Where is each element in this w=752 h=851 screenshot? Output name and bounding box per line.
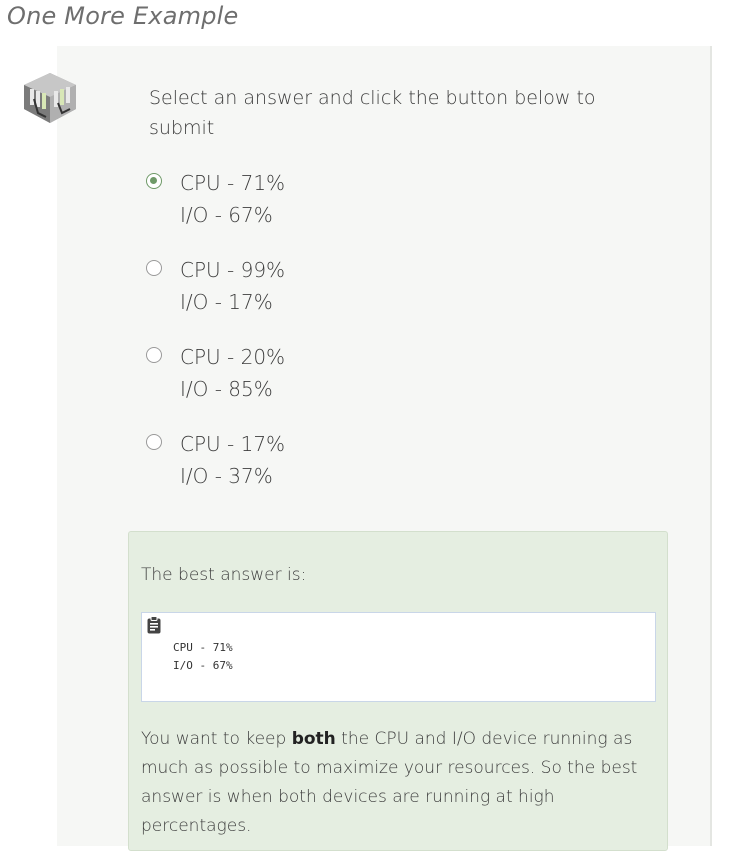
explanation-part: You want to keep <box>141 729 292 749</box>
option-cpu-label: CPU - 17% <box>180 432 286 456</box>
section-title: One More Example <box>7 2 239 30</box>
hardware-device-icon <box>24 73 76 123</box>
clipboard-icon[interactable] <box>147 616 161 634</box>
option-io-label: I/O - 37% <box>180 464 273 488</box>
explanation-text: You want to keep both the CPU and I/O de… <box>141 725 656 841</box>
option-io-label: I/O - 85% <box>180 377 273 401</box>
radio-button-selected[interactable] <box>146 173 162 189</box>
option-cpu-label: CPU - 71% <box>180 171 286 195</box>
feedback-panel: The best answer is: CPU - 71% I/O - 67% Y… <box>128 531 668 851</box>
option-cpu-label: CPU - 99% <box>180 258 286 282</box>
explanation-emphasis: both <box>291 729 336 749</box>
code-content: CPU - 71% I/O - 67% <box>173 639 233 675</box>
option-io-label: I/O - 17% <box>180 290 273 314</box>
radio-button[interactable] <box>146 347 162 363</box>
option-io-label: I/O - 67% <box>180 203 273 227</box>
question-prompt: Select an answer and click the button be… <box>149 87 596 139</box>
radio-button[interactable] <box>146 434 162 450</box>
option-cpu-label: CPU - 20% <box>180 345 286 369</box>
feedback-title: The best answer is: <box>141 565 307 585</box>
code-line: I/O - 67% <box>173 659 233 672</box>
radio-button[interactable] <box>146 260 162 276</box>
code-block: CPU - 71% I/O - 67% <box>141 612 656 702</box>
code-line: CPU - 71% <box>173 641 233 654</box>
